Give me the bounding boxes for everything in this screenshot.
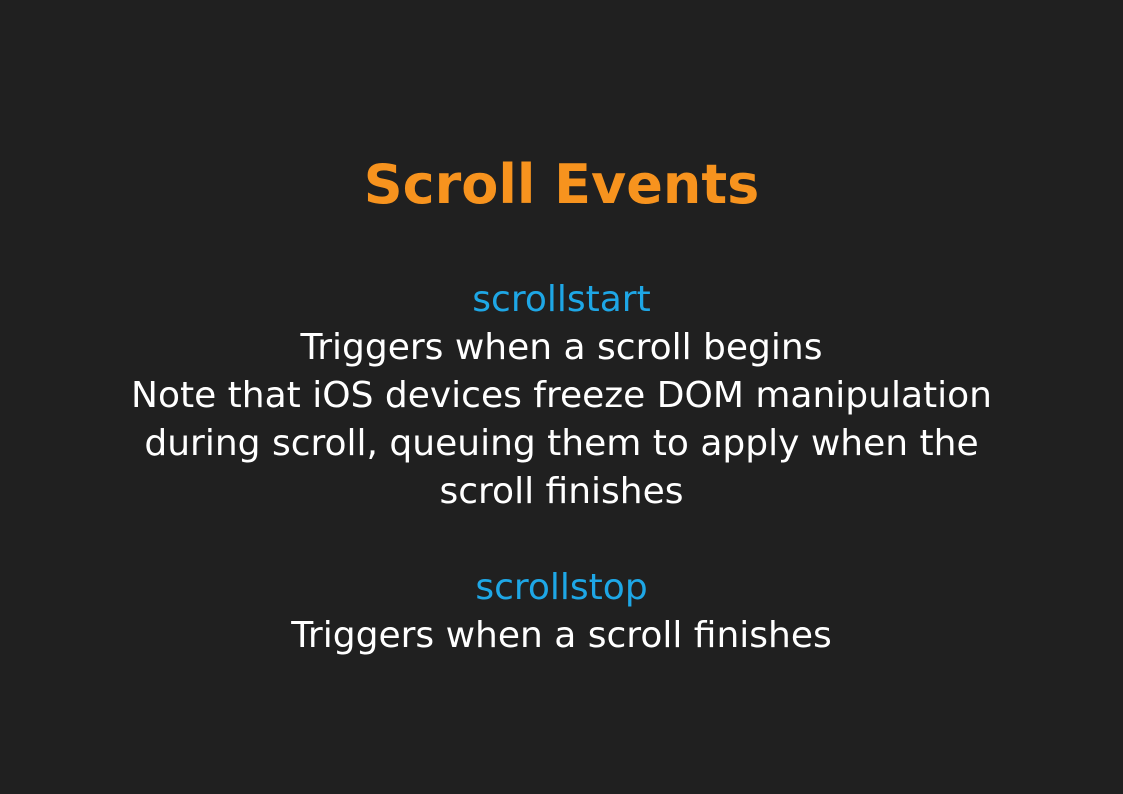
slide: Scroll Events scrollstart Triggers when …: [0, 0, 1123, 794]
event-scrollstart: scrollstart Triggers when a scroll begin…: [0, 276, 1123, 516]
event-description-line: Triggers when a scroll finishes: [291, 615, 832, 656]
slide-title: Scroll Events: [363, 153, 760, 216]
event-scrollstop: scrollstop Triggers when a scroll finish…: [0, 564, 1123, 660]
event-description-line: Triggers when a scroll begins: [300, 327, 823, 368]
event-description-line: Note that iOS devices freeze DOM manipul…: [131, 375, 992, 416]
event-name-scrollstop: scrollstop: [475, 567, 648, 608]
event-description-line: scroll finishes: [439, 471, 684, 512]
event-description-line: during scroll, queuing them to apply whe…: [144, 423, 979, 464]
event-name-scrollstart: scrollstart: [472, 279, 651, 320]
